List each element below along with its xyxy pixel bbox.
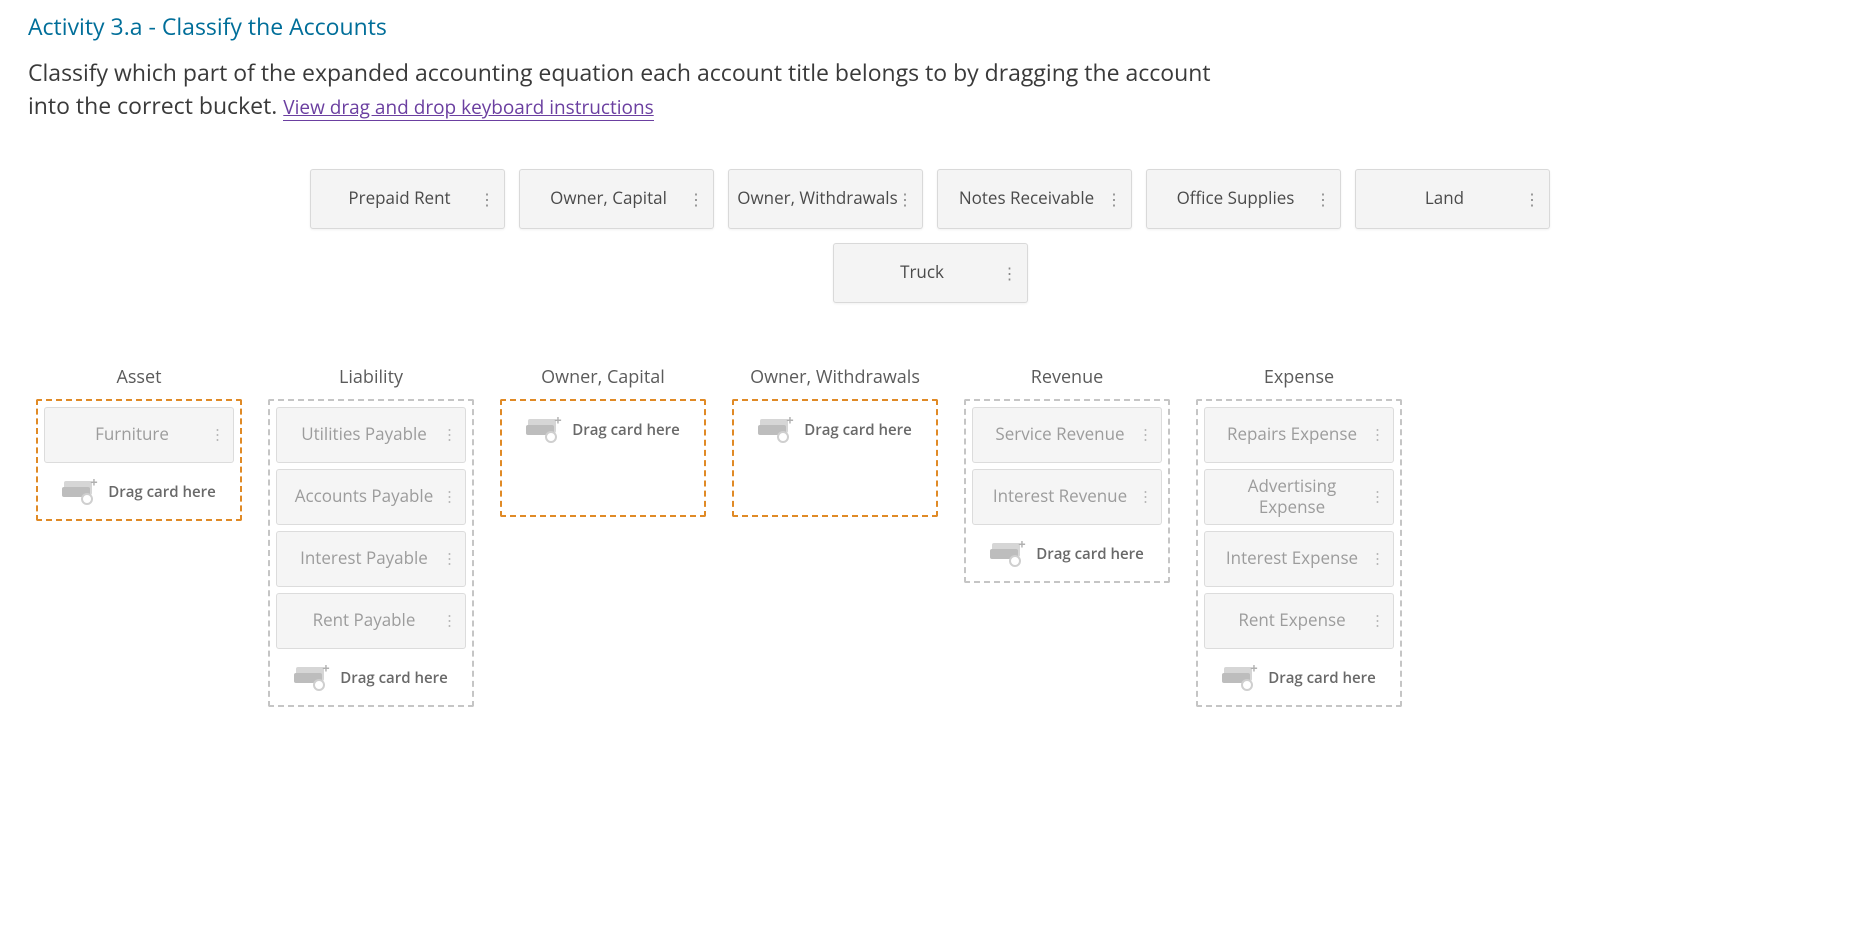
- drop-hint: + Drag card here: [740, 407, 930, 453]
- drag-handle-icon: ⋮: [479, 191, 495, 207]
- source-card-label: Truck: [900, 262, 944, 282]
- placed-card-label: Service Revenue: [995, 424, 1124, 444]
- drag-handle-icon: ⋮: [1524, 191, 1540, 207]
- bucket-title: Asset: [116, 365, 161, 389]
- drop-hint: + Drag card here: [508, 407, 698, 453]
- bucket-title: Expense: [1264, 365, 1334, 389]
- placed-card[interactable]: Rent Expense ⋮: [1204, 593, 1394, 649]
- placed-card-label: Rent Payable: [313, 610, 416, 630]
- drag-handle-icon: ⋮: [1370, 613, 1385, 628]
- source-card[interactable]: Notes Receivable ⋮: [937, 169, 1132, 229]
- drag-handle-icon: ⋮: [442, 427, 457, 442]
- card-stack-icon: +: [758, 419, 794, 441]
- drop-hint-text: Drag card here: [572, 420, 680, 440]
- placed-card-label: Utilities Payable: [301, 424, 427, 444]
- drag-handle-icon: ⋮: [1002, 265, 1018, 281]
- placed-card-label: Interest Payable: [300, 548, 428, 568]
- source-card-label: Office Supplies: [1177, 188, 1295, 208]
- placed-card[interactable]: Rent Payable ⋮: [276, 593, 466, 649]
- drop-hint-text: Drag card here: [804, 420, 912, 440]
- bucket-title: Owner, Capital: [541, 365, 665, 389]
- drag-handle-icon: ⋮: [210, 427, 225, 442]
- placed-card-label: Accounts Payable: [295, 486, 434, 506]
- drop-hint-text: Drag card here: [1036, 544, 1144, 564]
- source-card[interactable]: Office Supplies ⋮: [1146, 169, 1341, 229]
- source-card-label: Prepaid Rent: [348, 188, 450, 208]
- drag-handle-icon: ⋮: [442, 551, 457, 566]
- placed-card[interactable]: Advertising Expense⋮: [1204, 469, 1394, 525]
- bucket-column: Owner, Capital + Drag card here: [500, 365, 706, 517]
- source-card[interactable]: Owner, Withdrawals⋮: [728, 169, 923, 229]
- placed-card[interactable]: Interest Payable ⋮: [276, 531, 466, 587]
- bucket-row: Asset Furniture ⋮ + Drag card here Liability U…: [28, 365, 1832, 707]
- placed-card[interactable]: Interest Revenue ⋮: [972, 469, 1162, 525]
- source-card[interactable]: Owner, Capital ⋮: [519, 169, 714, 229]
- placed-card[interactable]: Furniture ⋮: [44, 407, 234, 463]
- bucket-title: Liability: [339, 365, 403, 389]
- placed-card[interactable]: Interest Expense ⋮: [1204, 531, 1394, 587]
- bucket-title: Revenue: [1031, 365, 1104, 389]
- drop-bucket[interactable]: + Drag card here: [732, 399, 938, 517]
- drop-bucket[interactable]: Furniture ⋮ + Drag card here: [36, 399, 242, 521]
- source-card-row: Truck ⋮: [833, 243, 1028, 303]
- drag-handle-icon: ⋮: [1370, 551, 1385, 566]
- placed-card-label: Interest Expense: [1226, 548, 1358, 568]
- drop-hint: + Drag card here: [1204, 655, 1394, 701]
- placed-card[interactable]: Utilities Payable ⋮: [276, 407, 466, 463]
- card-stack-icon: +: [526, 419, 562, 441]
- instructions-text: Classify which part of the expanded acco…: [28, 56, 1228, 123]
- drag-handle-icon: ⋮: [1315, 191, 1331, 207]
- drag-handle-icon: ⋮: [1106, 191, 1122, 207]
- source-card-label: Notes Receivable: [959, 188, 1094, 208]
- drop-bucket[interactable]: Utilities Payable⋮Accounts Payable⋮Inter…: [268, 399, 474, 707]
- placed-card[interactable]: Accounts Payable ⋮: [276, 469, 466, 525]
- source-card-label: Land: [1425, 188, 1464, 208]
- bucket-title: Owner, Withdrawals: [750, 365, 920, 389]
- drag-handle-icon: ⋮: [442, 489, 457, 504]
- drop-bucket[interactable]: Service Revenue ⋮ Interest Revenue ⋮ + Drag c…: [964, 399, 1170, 583]
- bucket-column: ExpenseRepairs Expense⋮Advertising Expen…: [1196, 365, 1402, 707]
- drop-hint-text: Drag card here: [340, 668, 448, 688]
- source-card[interactable]: Prepaid Rent ⋮: [310, 169, 505, 229]
- bucket-column: Revenue Service Revenue ⋮ Interest Revenue ⋮…: [964, 365, 1170, 583]
- card-stack-icon: +: [62, 481, 98, 503]
- drag-handle-icon: ⋮: [1138, 489, 1153, 504]
- bucket-column: Owner, Withdrawals + Drag card here: [732, 365, 938, 517]
- drag-handle-icon: ⋮: [897, 191, 913, 207]
- placed-card-label: Interest Revenue: [993, 486, 1127, 506]
- placed-card[interactable]: Service Revenue ⋮: [972, 407, 1162, 463]
- source-card-label: Owner, Capital: [550, 188, 667, 208]
- keyboard-instructions-link[interactable]: View drag and drop keyboard instructions: [283, 94, 653, 121]
- drag-handle-icon: ⋮: [442, 613, 457, 628]
- placed-card-label: Repairs Expense: [1227, 424, 1357, 444]
- drop-hint: + Drag card here: [276, 655, 466, 701]
- drop-hint: + Drag card here: [44, 469, 234, 515]
- drop-hint: + Drag card here: [972, 531, 1162, 577]
- placed-card-label: Rent Expense: [1238, 610, 1345, 630]
- card-stack-icon: +: [1222, 667, 1258, 689]
- drag-handle-icon: ⋮: [688, 191, 704, 207]
- source-card-row: Prepaid Rent⋮Owner, Capital⋮Owner, Withd…: [310, 169, 1550, 229]
- source-card[interactable]: Land ⋮: [1355, 169, 1550, 229]
- drag-handle-icon: ⋮: [1138, 427, 1153, 442]
- drop-bucket[interactable]: Repairs Expense⋮Advertising Expense⋮Inte…: [1196, 399, 1402, 707]
- drop-bucket[interactable]: + Drag card here: [500, 399, 706, 517]
- drop-hint-text: Drag card here: [108, 482, 216, 502]
- source-card-label: Owner, Withdrawals: [737, 188, 897, 208]
- placed-card-label: Advertising Expense: [1213, 476, 1371, 517]
- page-title: Activity 3.a - Classify the Accounts: [28, 10, 1832, 42]
- drag-handle-icon: ⋮: [1370, 489, 1385, 504]
- drop-hint-text: Drag card here: [1268, 668, 1376, 688]
- bucket-column: Asset Furniture ⋮ + Drag card here: [36, 365, 242, 521]
- source-card[interactable]: Truck ⋮: [833, 243, 1028, 303]
- source-card-pool: Prepaid Rent⋮Owner, Capital⋮Owner, Withd…: [28, 169, 1832, 303]
- card-stack-icon: +: [294, 667, 330, 689]
- drag-handle-icon: ⋮: [1370, 427, 1385, 442]
- card-stack-icon: +: [990, 543, 1026, 565]
- bucket-column: LiabilityUtilities Payable⋮Accounts Paya…: [268, 365, 474, 707]
- placed-card-label: Furniture: [95, 424, 169, 444]
- placed-card[interactable]: Repairs Expense ⋮: [1204, 407, 1394, 463]
